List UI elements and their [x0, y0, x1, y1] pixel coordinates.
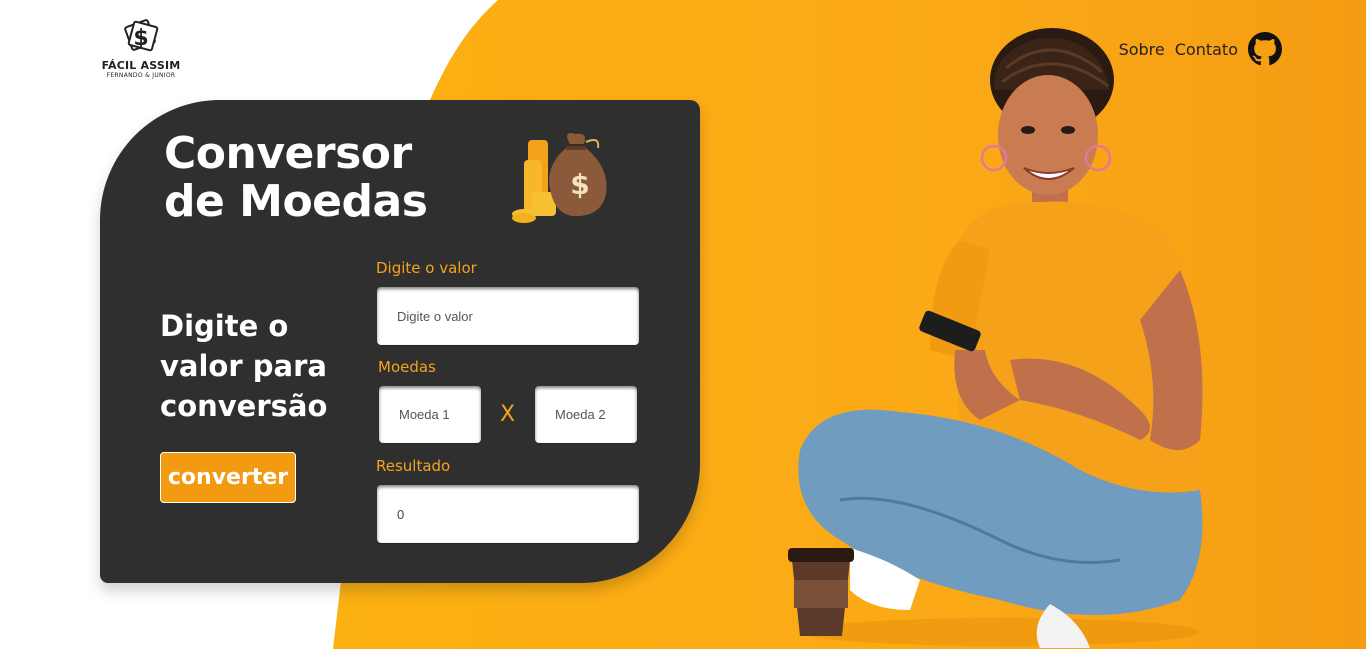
- title-line-1: Conversor: [164, 128, 412, 179]
- resultado-label: Resultado: [376, 457, 451, 475]
- moeda-2-input[interactable]: [535, 386, 637, 443]
- svg-text:$: $: [570, 168, 589, 201]
- github-icon[interactable]: [1248, 32, 1282, 66]
- conversion-prompt: Digite o valor para conversão: [160, 306, 350, 426]
- prompt-line-2: valor para: [160, 349, 327, 383]
- prompt-line-1: Digite o: [160, 309, 289, 343]
- dollar-bills-icon: $: [124, 19, 159, 52]
- title-line-2: de Moedas: [164, 176, 428, 227]
- brand-name: FÁCIL ASSIM: [101, 59, 181, 72]
- moeda-1-input[interactable]: [379, 386, 481, 443]
- woman-with-phone-photo: [788, 28, 1203, 648]
- money-bag-icon: $: [512, 133, 607, 223]
- valor-input[interactable]: [377, 287, 639, 345]
- currency-separator: X: [500, 402, 516, 427]
- valor-label: Digite o valor: [376, 259, 477, 277]
- converter-card: Conversor de Moedas $ Digite o valor par…: [100, 100, 700, 583]
- moedas-label: Moedas: [378, 358, 436, 376]
- prompt-line-3: conversão: [160, 389, 328, 423]
- svg-text:$: $: [133, 26, 148, 51]
- page: $ FÁCIL ASSIM FERNANDO & JUNIOR Sobre Co…: [0, 0, 1366, 649]
- brand-logo[interactable]: $ FÁCIL ASSIM FERNANDO & JUNIOR: [99, 18, 183, 79]
- resultado-output[interactable]: [377, 485, 639, 543]
- convert-button[interactable]: converter: [160, 452, 296, 503]
- page-title: Conversor de Moedas: [164, 128, 428, 227]
- brand-tagline: FERNANDO & JUNIOR: [106, 72, 176, 79]
